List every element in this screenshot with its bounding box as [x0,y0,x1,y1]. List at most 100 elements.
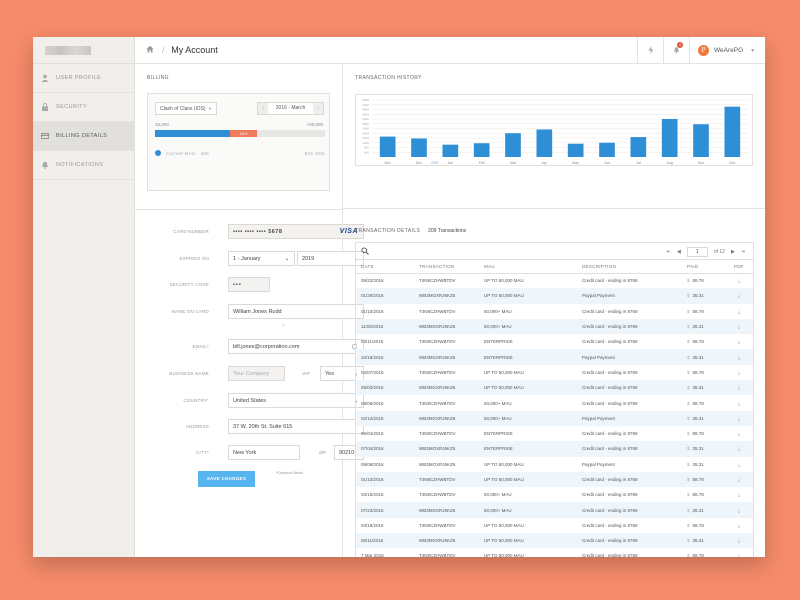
table-row[interactable]: 01/10/2016 T4N8CZHWBTDV UP TO 50,000 MAU Cr… [356,471,753,488]
table-row[interactable]: 07/04/2016 WB3MGXRJ6KZ6 ENTERPRISE Credit c… [356,441,753,457]
col-pdf[interactable]: PDF [725,260,753,274]
limit-max: +50,000 [306,122,323,127]
sidebar-item-user-profile[interactable]: User Profile [33,64,134,93]
download-pdf-icon[interactable]: ⤓ [725,273,753,288]
chart-bar[interactable] [693,124,709,157]
chart-bar[interactable] [379,136,396,157]
lightning-button[interactable] [637,37,663,64]
save-changes-button[interactable]: Save Changes [198,471,255,487]
plan-select[interactable]: Clash of Clans (iOS) ▼ [155,102,217,115]
page-input[interactable]: 1 [686,246,708,257]
table-row[interactable]: 04/18/2016 T4N8CZHWBTDV UP TO 50,000 MAU Cr… [356,518,753,533]
col-description[interactable]: Description [577,260,682,274]
cell-date: 06/04/2016 [361,431,384,437]
download-pdf-icon[interactable]: ⤓ [725,395,753,410]
download-pdf-icon[interactable]: ⤓ [725,365,753,380]
cell-date: 03/11/2016 [361,339,384,345]
page-title: My Account [171,45,218,55]
col-transaction[interactable]: Transaction [414,260,479,274]
download-pdf-icon[interactable]: ⤓ [725,441,753,457]
home-icon[interactable] [146,45,156,55]
sidebar-item-label: Security [56,104,88,110]
table-row[interactable]: 08/08/2016 T4N8CZHWBTDV 50,000+ MAU Credit … [356,395,753,410]
expiry-month-value: 1 - January [233,255,261,262]
pagination: ⇤ ◀ 1 of 12 ▶ ⇥ [664,246,748,257]
download-pdf-icon[interactable]: ⤓ [725,288,753,304]
table-row[interactable]: 11/06/2016 WB3MGXRJ6KZ6 50,000+ MAU Credit … [356,318,753,335]
download-pdf-icon[interactable]: ⤓ [725,349,753,365]
expiry-month-select[interactable]: 1 - January ▼ [228,251,295,266]
business-name-field[interactable]: Your Company [228,366,285,381]
table-row[interactable]: 07/23/2016 WB3MGXRJ6KZ6 50,000+ MAU Credit … [356,502,753,518]
cell-mau: ENTERPRISE [484,431,513,437]
download-pdf-icon[interactable]: ⤓ [725,380,753,396]
cell-paid: $88.78 [682,365,725,380]
plan-usage-box: Clash of Clans (iOS) ▼ ‹ 2016 - March › … [147,93,330,191]
download-pdf-icon[interactable]: ⤓ [725,533,753,549]
table-row[interactable]: 06/04/2016 T4N8CZHWBTDV ENTERPRISE Credit c… [356,426,753,441]
chart-bar[interactable] [536,129,553,157]
table-row[interactable]: 7 Mar 2015 T4N8CZHWBTDV UP TO 50,000 MAU Cr… [356,548,753,557]
chart-bar[interactable] [473,143,490,157]
sidebar-item-billing-details[interactable]: Billing Details [33,122,134,151]
city-field[interactable]: New York [228,445,300,460]
chart-bar[interactable] [411,138,427,157]
download-pdf-icon[interactable]: ⤓ [725,548,753,557]
table-row[interactable]: 08/08/2016 WB3MGXRJ6KZ6 UP TO 50,000 MAU Pa… [356,457,753,472]
year-marker: 2016 [431,161,438,165]
chart-bar[interactable] [505,133,521,157]
y-tick-label: 1200 [362,141,369,145]
period-next-button[interactable]: › [313,103,323,114]
table-row[interactable]: 03/11/2016 T4N8CZHWBTDV ENTERPRISE Credit c… [356,334,753,349]
table-row[interactable]: 10/18/2016 WB3MGXRJ6KZ6 ENTERPRISE Paypal P… [356,349,753,365]
x-tick-label: Dec [729,161,735,165]
download-pdf-icon[interactable]: ⤓ [725,518,753,533]
avatar: P [698,45,709,56]
table-row[interactable]: 01/29/2016 WB3MGXRJ6KZ6 UP TO 50,000 MAU Pa… [356,288,753,304]
email-row: Email* bill.jones@corporation.com [135,339,364,354]
download-pdf-icon[interactable]: ⤓ [725,502,753,518]
user-menu[interactable]: P WeArePG ▼ [689,37,765,64]
paid-amount: 88.78 [692,492,704,498]
last-page-icon[interactable]: ⇥ [741,249,745,255]
col-date[interactable]: Date [356,260,414,274]
prev-page-icon[interactable]: ◀ [677,249,681,255]
country-row: Country* United States ▼ [135,393,364,408]
chart-bar[interactable] [567,143,584,157]
table-row[interactable]: 02/12/2016 WB3MGXRJ6KZ6 50,000+ MAU Paypal … [356,410,753,426]
cell-paid: $35.31 [682,457,725,472]
col-paid[interactable]: Paid [682,260,725,274]
y-tick-label: 800 [364,146,369,150]
col-mau[interactable]: MAU [479,260,577,274]
download-pdf-icon[interactable]: ⤓ [725,487,753,502]
chart-bar[interactable] [442,144,459,157]
table-row[interactable]: 09/22/2016 T4N8CZHWBTDV UP TO 50,000 MAU Cr… [356,273,753,288]
download-pdf-icon[interactable]: ⤓ [725,304,753,319]
chart-bar[interactable] [661,119,678,157]
download-pdf-icon[interactable]: ⤓ [725,334,753,349]
sidebar-item-notifications[interactable]: Notifications [33,151,134,180]
sidebar-item-security[interactable]: Security [33,93,134,122]
period-prev-button[interactable]: ‹ [258,103,268,114]
notifications-button[interactable]: 4 [663,37,689,64]
divider [343,208,765,209]
table-row[interactable]: 03/07/2016 T4N8CZHWBTDV UP TO 50,000 MAU Cr… [356,365,753,380]
table-row[interactable]: 05/03/2016 WB3MGXRJ6KZ6 UP TO 50,000 MAU Cr… [356,380,753,396]
chart-bar[interactable] [599,142,615,157]
table-row[interactable]: 06/11/2016 WB3MGXRJ6KZ6 UP TO 50,000 MAU Cr… [356,533,753,549]
chart-bar[interactable] [724,106,741,157]
download-pdf-icon[interactable]: ⤓ [725,410,753,426]
first-page-icon[interactable]: ⇤ [667,249,671,255]
download-pdf-icon[interactable]: ⤓ [725,318,753,335]
download-pdf-icon[interactable]: ⤓ [725,457,753,472]
table-row[interactable]: 01/10/2016 T4N8CZHWBTDV 50,000+ MAU Credit … [356,304,753,319]
dollar-sign: $ [687,492,690,498]
search-icon[interactable] [361,247,369,257]
download-pdf-icon[interactable]: ⤓ [725,471,753,488]
chart-bar[interactable] [630,137,647,157]
next-page-icon[interactable]: ▶ [731,249,735,255]
download-pdf-icon[interactable]: ⤓ [725,426,753,441]
table-row[interactable]: 03/15/2016 T4N8CZHWBTDV 50,000+ MAU Credit … [356,487,753,502]
security-code-field[interactable]: ••• [228,277,270,292]
billing-panel: Billing Clash of Clans (iOS) ▼ ‹ 2016 - … [135,64,364,557]
